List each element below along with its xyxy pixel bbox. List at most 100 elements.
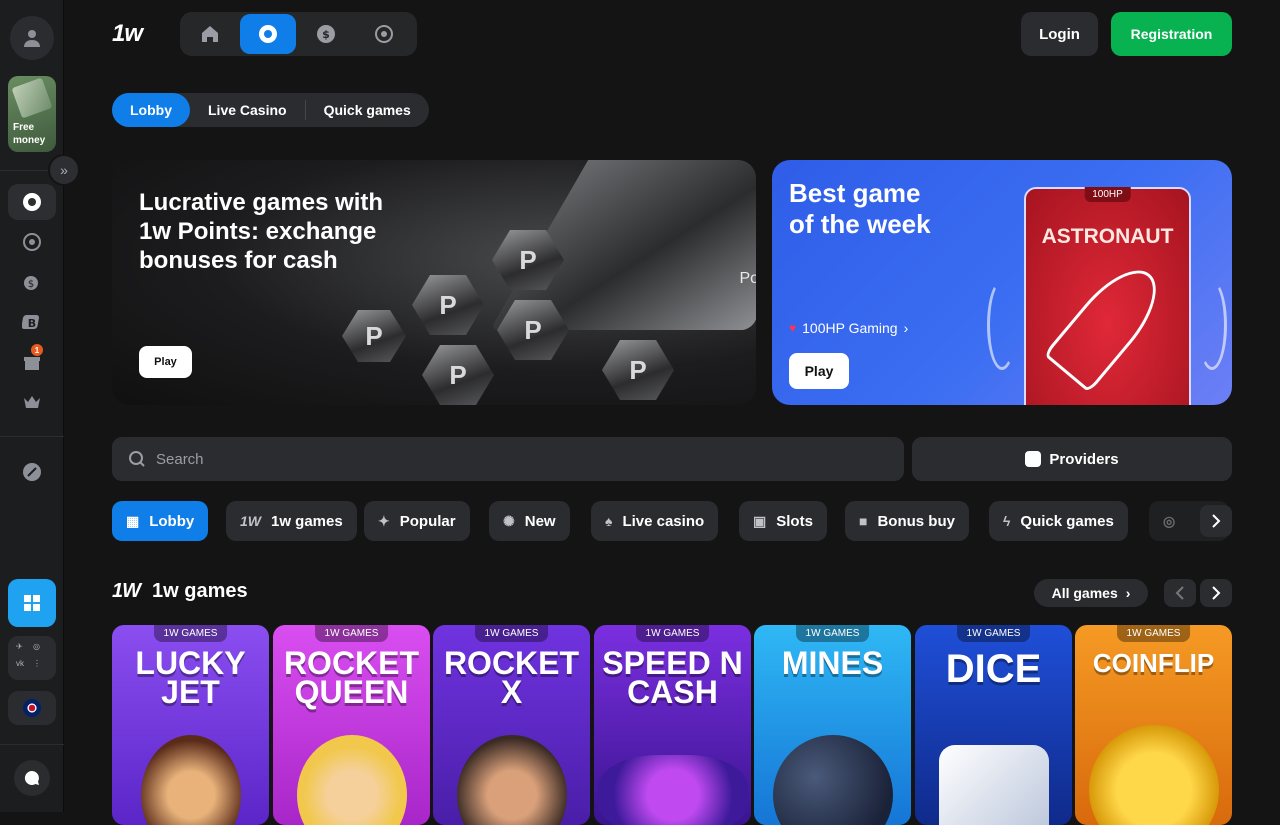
heart-icon: ♥: [789, 321, 797, 335]
game-card-mines[interactable]: 1W GAMES MINES: [754, 625, 911, 825]
game-tag: 1W GAMES: [795, 625, 870, 642]
category-bonus-buy[interactable]: ■ Bonus buy: [845, 501, 969, 541]
chevron-right-icon: ›: [903, 320, 909, 336]
subnav-quick-games[interactable]: Quick games: [306, 93, 429, 127]
providers-icon: [1025, 451, 1042, 467]
game-card-rocket-x[interactable]: 1W GAMES ROCKET X: [433, 625, 590, 825]
chevron-right-icon: [1212, 514, 1221, 528]
instagram-icon[interactable]: ◎: [33, 642, 48, 657]
more-icon[interactable]: ⋮: [33, 659, 48, 674]
percent-badge-icon: [23, 463, 41, 481]
category-tabs: ▦ Lobby 1W 1w games ✦ Popular ✺ New ♠ Live ca…: [112, 501, 1232, 541]
game-tag: 1W GAMES: [1116, 625, 1191, 642]
points-banner-title: Lucrative games with 1w Points: exchange…: [139, 189, 384, 274]
top-nav: $: [180, 12, 417, 56]
points-play-button[interactable]: Play: [139, 346, 192, 378]
crown-icon: [24, 396, 40, 408]
subnav-lobby[interactable]: Lobby: [112, 93, 190, 127]
sidebar-promo-button[interactable]: [8, 454, 56, 490]
category-1w-games[interactable]: 1W 1w games: [226, 501, 357, 541]
user-icon: [24, 30, 40, 47]
category-quick-games[interactable]: ϟ Quick games: [989, 501, 1128, 541]
astronaut-game-card[interactable]: 100HP ASTRONAUT: [1024, 187, 1191, 405]
game-card-lucky-jet[interactable]: 1W GAMES LUCKY JET: [112, 625, 269, 825]
game-of-week-banner[interactable]: Best game of the week 100HP ASTRONAUT ♥ …: [772, 160, 1232, 405]
game-name: ASTRONAUT: [1041, 225, 1174, 248]
telegram-icon[interactable]: ✈: [16, 642, 31, 657]
category-slots[interactable]: ▣ Slots: [739, 501, 827, 541]
chat-bubble-icon: [24, 770, 39, 785]
dice-icon: [938, 745, 1049, 825]
sidebar-vip-button[interactable]: [8, 384, 56, 420]
home-nav-button[interactable]: [182, 14, 237, 54]
svg-text:B: B: [28, 317, 36, 330]
points-promo-banner[interactable]: Points P P P P P P Lucrative games with …: [112, 160, 756, 405]
providers-label: Providers: [1049, 450, 1119, 468]
game-title: LUCKY JET: [135, 645, 246, 710]
casino-nav-button[interactable]: [240, 14, 296, 54]
game-card-coinflip[interactable]: 1W GAMES COINFLIP: [1075, 625, 1232, 825]
free-money-label: Free money: [13, 122, 46, 146]
betting-nav-button[interactable]: $: [299, 14, 354, 54]
all-games-button[interactable]: All games ›: [1034, 579, 1148, 607]
grid-icon: ▦: [126, 512, 140, 529]
all-games-label: All games: [1051, 585, 1118, 601]
provider-link[interactable]: ♥ 100HP Gaming ›: [789, 320, 908, 336]
sidebar-sports-button[interactable]: [8, 224, 56, 260]
category-new[interactable]: ✺ New: [489, 501, 570, 541]
sidebar-bets-button[interactable]: B: [8, 304, 56, 340]
language-selector[interactable]: [8, 691, 56, 725]
game-card-dice[interactable]: 1W GAMES DICE: [915, 625, 1072, 825]
home-icon: [201, 26, 218, 42]
1w-logo-icon: 1W: [240, 513, 261, 529]
section-title: 1W 1w games: [112, 580, 248, 603]
soccer-ball-icon: [23, 233, 41, 251]
subnav-live-casino[interactable]: Live Casino: [190, 93, 305, 127]
game-tag: 1W GAMES: [153, 625, 228, 642]
registration-button[interactable]: Registration: [1111, 12, 1232, 56]
expand-sidebar-button[interactable]: »: [48, 154, 80, 186]
sidebar-casino-button[interactable]: [8, 184, 56, 220]
sports-nav-button[interactable]: [357, 14, 412, 54]
spade-icon: ♠: [605, 513, 613, 529]
windows-icon: [24, 595, 40, 611]
points-coin-image: P: [602, 340, 674, 400]
category-label: Quick games: [1020, 512, 1114, 530]
carousel-next-button[interactable]: [1200, 579, 1232, 607]
soccer-ball-icon: [375, 25, 394, 43]
title-line-1: Best game: [789, 178, 921, 208]
svg-text:$: $: [28, 279, 34, 290]
providers-button[interactable]: Providers: [912, 437, 1232, 481]
chevron-right-icon: ›: [1125, 585, 1131, 601]
free-money-promo[interactable]: Free money: [8, 76, 56, 152]
dollar-icon: $: [317, 25, 336, 43]
social-links: ✈ ◎ vk ⋮: [8, 636, 56, 680]
user-avatar-button[interactable]: [10, 16, 54, 60]
sidebar-bonus-money-button[interactable]: $: [8, 264, 56, 300]
chevron-right-icon: [1212, 586, 1221, 600]
laurel-left-icon: [987, 280, 1017, 370]
windows-app-button[interactable]: [8, 579, 56, 627]
vk-icon[interactable]: vk: [16, 659, 31, 674]
category-label: Bonus buy: [877, 512, 955, 530]
lightning-icon: ϟ: [1003, 513, 1011, 529]
categories-next-button[interactable]: [1200, 505, 1232, 537]
category-popular[interactable]: ✦ Popular: [364, 501, 470, 541]
game-of-week-play-button[interactable]: Play: [789, 353, 849, 389]
game-card-rocket-queen[interactable]: 1W GAMES ROCKET QUEEN: [273, 625, 430, 825]
game-card-speed-n-cash[interactable]: 1W GAMES SPEED N CASH: [594, 625, 751, 825]
uk-flag-icon: [23, 699, 41, 717]
support-chat-button[interactable]: [14, 760, 50, 796]
login-button[interactable]: Login: [1021, 12, 1098, 56]
game-tag: 1W GAMES: [474, 625, 549, 642]
carousel-prev-button[interactable]: [1164, 579, 1196, 607]
money-icon: [11, 77, 53, 119]
provider-tag: 100HP: [1084, 187, 1131, 202]
notification-badge: 1: [31, 344, 43, 356]
site-logo[interactable]: 1w: [112, 20, 143, 48]
divider: [0, 744, 64, 745]
category-lobby[interactable]: ▦ Lobby: [112, 501, 209, 541]
category-live-casino[interactable]: ♠ Live casino: [591, 501, 719, 541]
points-coin-image: P: [422, 345, 494, 405]
search-input[interactable]: [156, 450, 856, 468]
